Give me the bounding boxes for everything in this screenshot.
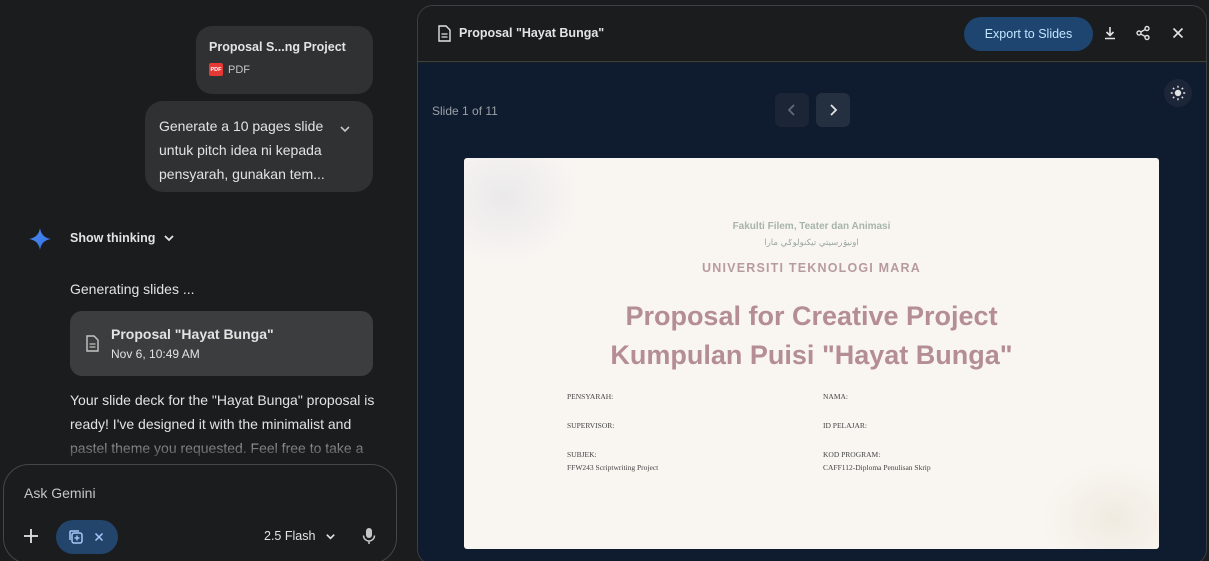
previous-slide-button[interactable] (775, 93, 809, 127)
document-icon (86, 335, 99, 352)
slide-deck-card[interactable]: Proposal "Hayat Bunga" Nov 6, 10:49 AM (70, 311, 373, 376)
chevron-right-icon (830, 104, 838, 116)
chevron-left-icon (787, 104, 795, 116)
microphone-icon[interactable] (362, 527, 376, 545)
slide-title: Proposal for Creative Project Kumpulan P… (464, 297, 1159, 375)
theme-toggle-button[interactable] (1164, 79, 1192, 107)
field-label: NAMA: (823, 392, 849, 401)
slide-deck-date: Nov 6, 10:49 AM (111, 347, 200, 361)
share-icon[interactable] (1135, 25, 1151, 41)
field-id-pelajar: ID PELAJAR: (823, 421, 867, 430)
prompt-input-box[interactable]: Ask Gemini 2.5 Flash (3, 464, 397, 561)
slide-university: UNIVERSITI TEKNOLOGI MARA (702, 261, 921, 275)
field-label: PENSYARAH: (567, 392, 614, 401)
slides-preview-panel: Proposal "Hayat Bunga" Export to Slides (417, 5, 1207, 561)
chevron-down-icon (164, 235, 175, 242)
attachment-name: Proposal S...ng Project (209, 40, 346, 54)
field-subjek: SUBJEK: FFW243 Scriptwriting Project (567, 450, 658, 472)
download-icon[interactable] (1102, 25, 1118, 41)
prompt-input[interactable]: Ask Gemini (24, 485, 96, 501)
field-value: FFW243 Scriptwriting Project (567, 463, 659, 472)
field-pensyarah: PENSYARAH: (567, 392, 613, 401)
plus-icon[interactable] (22, 527, 40, 545)
close-icon[interactable] (1170, 25, 1186, 41)
pdf-icon: PDF (209, 63, 223, 76)
field-label: ID PELAJAR: (823, 421, 867, 430)
field-label: SUBJEK: (567, 450, 597, 459)
user-message-text: Generate a 10 pages slide untuk pitch id… (159, 118, 325, 182)
slide-deck-title: Proposal "Hayat Bunga" (111, 326, 274, 342)
export-to-slides-button[interactable]: Export to Slides (964, 17, 1093, 51)
slide-faculty: Fakulti Filem, Teater dan Animasi (732, 221, 891, 232)
slide-title-line-1: Proposal for Creative Project (625, 301, 998, 331)
show-thinking-toggle[interactable]: Show thinking (70, 231, 175, 245)
field-supervisor: SUPERVISOR: (567, 421, 614, 430)
slide-counter: Slide 1 of 11 (432, 104, 498, 118)
brightness-icon (1170, 85, 1186, 101)
close-icon[interactable] (94, 532, 104, 542)
model-name: 2.5 Flash (264, 529, 316, 543)
slide-title-line-2: Kumpulan Puisi "Hayat Bunga" (610, 340, 1013, 370)
preview-body: Slide 1 of 11 Fakulti Filem, Teater dan … (418, 63, 1206, 561)
field-kod-program: KOD PROGRAM: CAFF112-Diploma Penulisan S… (823, 450, 931, 472)
attachment-type: PDF (228, 63, 250, 76)
user-message-bubble: Generate a 10 pages slide untuk pitch id… (145, 101, 373, 192)
canvas-tool-icon (69, 530, 83, 544)
document-icon (438, 25, 451, 42)
next-slide-button[interactable] (816, 93, 850, 127)
gemini-spark-icon (29, 228, 51, 250)
attachment-type-row: PDF PDF (209, 63, 360, 76)
chevron-down-icon[interactable] (339, 123, 351, 135)
field-nama: NAMA: (823, 392, 848, 401)
field-value: CAFF112-Diploma Penulisan Skrip (823, 463, 931, 472)
generating-status: Generating slides ... (70, 281, 195, 297)
slide-jawi-text: اونيۏرسيتي تيكنولوݢي مارا (764, 238, 859, 248)
model-selector[interactable]: 2.5 Flash (264, 529, 336, 543)
attachment-chip[interactable]: Proposal S...ng Project PDF PDF (196, 26, 373, 94)
show-thinking-label: Show thinking (70, 231, 156, 245)
chevron-down-icon (326, 533, 336, 540)
tools-chip[interactable] (56, 520, 118, 554)
slide-canvas[interactable]: Fakulti Filem, Teater dan Animasi اونيۏر… (464, 158, 1159, 549)
preview-header: Proposal "Hayat Bunga" Export to Slides (418, 6, 1206, 62)
field-label: KOD PROGRAM: (823, 450, 881, 459)
field-label: SUPERVISOR: (567, 421, 615, 430)
preview-title: Proposal "Hayat Bunga" (459, 26, 605, 40)
assistant-response: Your slide deck for the "Hayat Bunga" pr… (70, 388, 382, 460)
chat-panel: Proposal S...ng Project PDF PDF Generate… (0, 0, 412, 561)
